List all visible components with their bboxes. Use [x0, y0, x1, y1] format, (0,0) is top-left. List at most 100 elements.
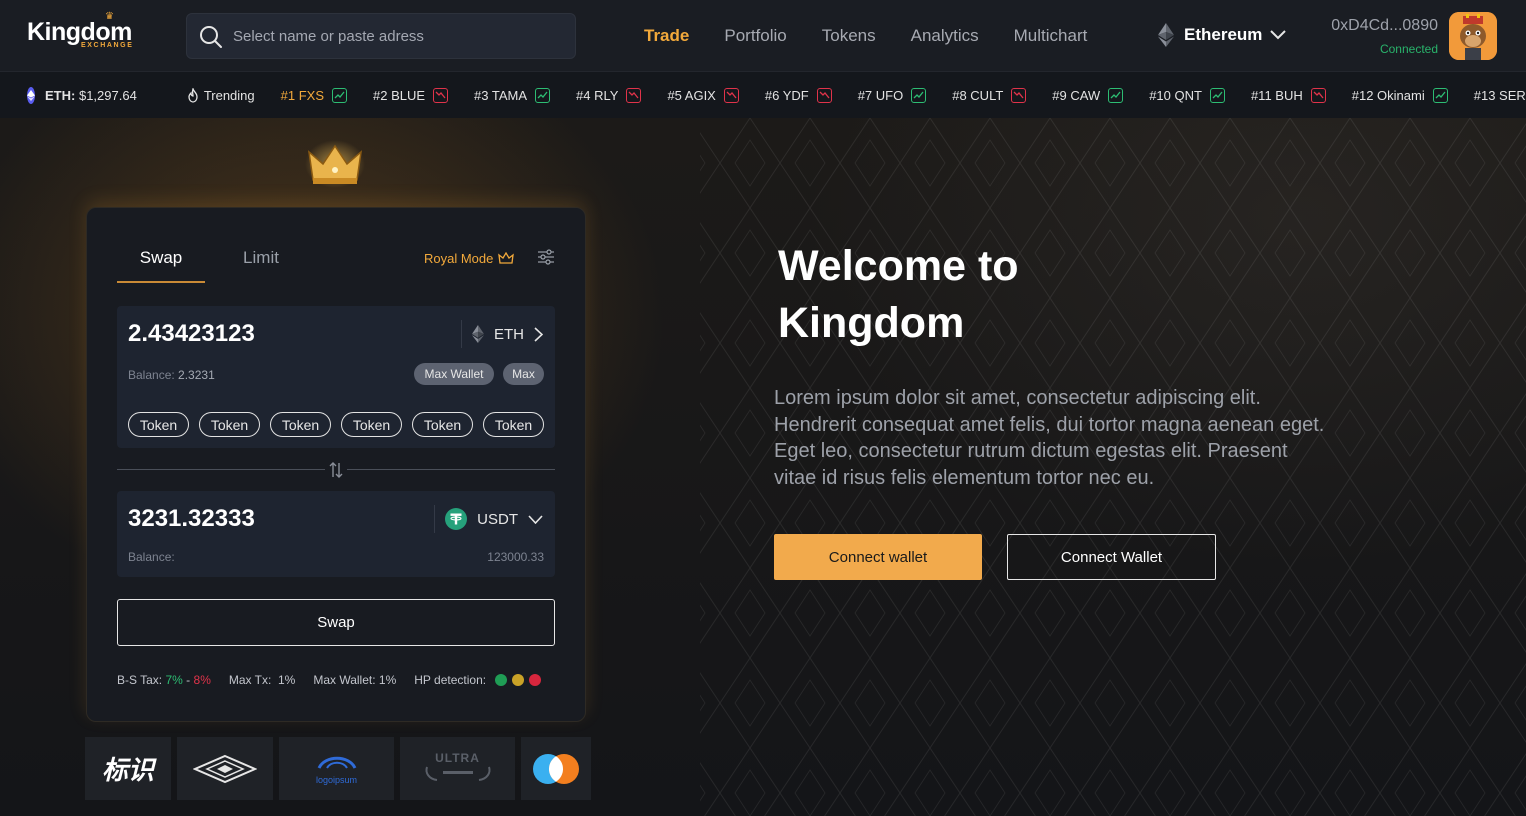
trending-token-item[interactable]: #9 CAW	[1052, 87, 1124, 103]
trending-token-item[interactable]: #10 QNT	[1149, 87, 1225, 103]
royal-mode-toggle[interactable]: Royal Mode	[424, 251, 515, 266]
eth-price: ETH: $1,297.64	[45, 88, 137, 103]
token-chip-row: Token Token Token Token Token Token	[128, 412, 554, 437]
top-navigation-bar: ♛ Kingdom EXCHANGE Trade Portfolio Token…	[0, 0, 1526, 72]
token-chip[interactable]: Token	[128, 412, 189, 437]
from-token-selector[interactable]: ETH	[461, 320, 543, 348]
ethereum-icon	[472, 325, 484, 343]
layered-diamond-logo-icon	[193, 754, 257, 783]
nav-trade[interactable]: Trade	[644, 25, 689, 47]
to-token-selector[interactable]: USDT	[434, 505, 543, 533]
tab-swap[interactable]: Swap	[117, 248, 205, 283]
hp-detection-label: HP detection:	[414, 673, 487, 687]
crown-icon	[305, 140, 365, 188]
nav-portfolio[interactable]: Portfolio	[724, 25, 786, 47]
token-chip[interactable]: Token	[412, 412, 473, 437]
welcome-heading: Welcome to Kingdom	[778, 242, 1019, 347]
trending-token-item[interactable]: #6 YDF	[764, 87, 832, 103]
kingdom-logo[interactable]: ♛ Kingdom EXCHANGE	[27, 11, 134, 49]
swap-card: Swap Limit Royal Mode 2.43423123 ETH Bal…	[86, 207, 586, 722]
trending-token-name: #10 QNT	[1149, 87, 1202, 103]
from-amount-input[interactable]: 2.43423123	[128, 320, 255, 348]
overlapping-circles-logo-icon	[533, 753, 579, 784]
trending-token-name: #4 RLY	[576, 87, 619, 103]
to-balance-value: 123000.33	[487, 550, 544, 564]
token-chip[interactable]: Token	[341, 412, 402, 437]
settings-sliders-icon[interactable]	[537, 248, 555, 266]
swap-button[interactable]: Swap	[117, 599, 555, 646]
trending-token-item[interactable]: #3 TAMA	[474, 87, 551, 103]
eth-price-label: ETH:	[45, 87, 76, 103]
to-amount-input[interactable]: 3231.32333	[128, 505, 255, 533]
connect-wallet-outline-button[interactable]: Connect Wallet	[1007, 534, 1216, 580]
logo-crown-icon: ♛	[105, 11, 114, 22]
trend-down-icon	[816, 87, 832, 103]
token-chip[interactable]: Token	[199, 412, 260, 437]
trend-up-icon	[1108, 87, 1124, 103]
trending-token-item[interactable]: #8 CULT	[952, 87, 1027, 103]
welcome-description: Lorem ipsum dolor sit amet, consectetur …	[774, 387, 1325, 489]
arc-logo-icon	[317, 756, 356, 769]
trend-down-icon	[723, 87, 739, 103]
nav-analytics[interactable]: Analytics	[911, 25, 979, 47]
swap-arrows-icon	[329, 462, 343, 478]
tax-dash: -	[186, 673, 191, 687]
network-selector[interactable]: Ethereum	[1158, 23, 1287, 47]
wallet-info[interactable]: 0xD4Cd...0890 Connected	[1331, 16, 1438, 56]
trend-up-icon	[332, 87, 347, 103]
partner-logo-4: ULTRA	[400, 737, 515, 800]
trending-token-item[interactable]: #2 BLUE	[373, 87, 449, 103]
switch-direction-button[interactable]	[325, 459, 347, 481]
partner-logo-2	[177, 737, 273, 800]
trend-down-icon	[433, 87, 449, 103]
max-wallet-stat: Max Wallet: 1%	[313, 673, 397, 687]
search-input[interactable]	[233, 14, 563, 58]
flame-icon	[188, 87, 198, 103]
partner-logos: 标识 logoipsum ULTRA	[85, 737, 597, 800]
token-chip[interactable]: Token	[483, 412, 544, 437]
chevron-down-icon	[528, 514, 543, 524]
max-wallet-button[interactable]: Max Wallet	[414, 363, 494, 385]
avatar[interactable]	[1449, 12, 1497, 60]
trending-token-item[interactable]: #5 AGIX	[667, 87, 739, 103]
trending-token-item[interactable]: #4 RLY	[576, 87, 642, 103]
trending-text: Trending	[203, 87, 255, 103]
trending-token-item[interactable]: #13 SER	[1474, 88, 1526, 103]
trending-token-name: #13 SER	[1473, 87, 1526, 103]
from-balance-label: Balance:	[128, 368, 175, 382]
token-chip[interactable]: Token	[270, 412, 331, 437]
trending-token-name: #5 AGIX	[667, 87, 716, 103]
to-token-name: USDT	[477, 510, 518, 528]
trending-token-item[interactable]: #11 BUH	[1251, 87, 1326, 103]
search-box[interactable]	[186, 13, 576, 59]
partner-logo-3-text: logoipsum	[315, 774, 358, 785]
chevron-right-icon	[534, 326, 543, 342]
trending-token-name: #3 TAMA	[474, 87, 528, 103]
hp-dot-yellow	[512, 674, 525, 686]
trending-token-item[interactable]: #7 UFO	[858, 87, 927, 103]
ethereum-coin-icon	[27, 86, 35, 104]
partner-logo-5	[521, 737, 591, 800]
trend-up-icon	[535, 87, 551, 103]
connect-wallet-primary-button[interactable]: Connect wallet	[774, 534, 982, 580]
tab-limit[interactable]: Limit	[217, 248, 305, 283]
from-balance-value: 2.3231	[178, 368, 215, 382]
chevron-down-icon	[1270, 30, 1287, 40]
trend-down-icon	[1310, 87, 1326, 103]
nav-multichart[interactable]: Multichart	[1014, 25, 1088, 47]
nav-tokens[interactable]: Tokens	[822, 25, 876, 47]
to-token-panel: 3231.32333 USDT Balance: 123000.33	[117, 491, 555, 577]
swap-tabs: Swap Limit	[117, 248, 305, 283]
partner-logo-3: logoipsum	[279, 737, 394, 800]
crown-outline-icon	[498, 252, 515, 264]
trending-token-item[interactable]: #12 Okinami	[1352, 87, 1448, 103]
trending-token-item[interactable]: #1 FXS	[281, 87, 347, 103]
partner-logo-1: 标识	[85, 737, 171, 800]
hp-dot-green	[495, 674, 508, 686]
partner-logo-4-text: ULTRA	[435, 751, 480, 765]
trending-ticker: ETH: $1,297.64 Trending #1 FXS #2 BLUE #3 …	[0, 72, 1526, 118]
max-button[interactable]: Max	[503, 363, 544, 385]
trending-token-name: #6 YDF	[764, 87, 809, 103]
logo-subtext: EXCHANGE	[81, 42, 134, 49]
trending-token-name: #8 CULT	[952, 87, 1004, 103]
